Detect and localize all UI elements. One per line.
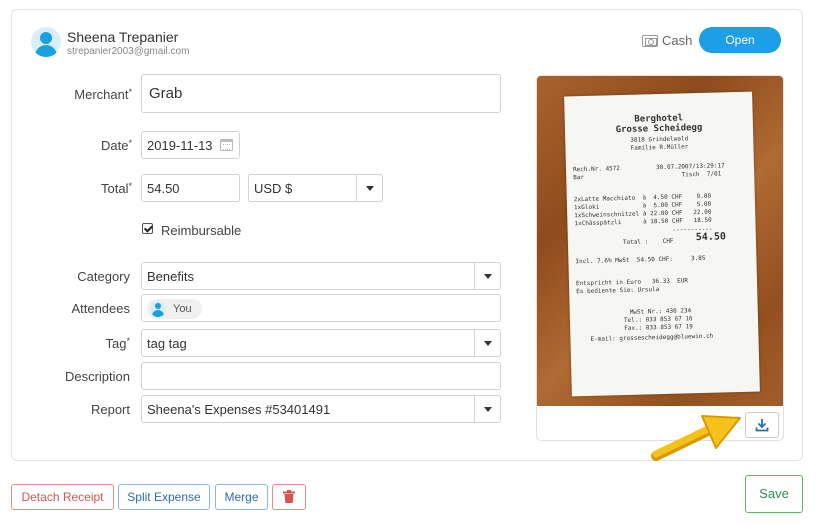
status-open-button[interactable]: Open [699, 27, 781, 53]
annotation-arrow-icon [651, 415, 741, 461]
description-label: Description [64, 369, 130, 384]
description-input[interactable] [141, 362, 501, 390]
attendees-label: Attendees [71, 301, 130, 316]
user-avatar [31, 27, 61, 57]
avatar [150, 301, 166, 317]
receipt-total: 54.50 [695, 231, 727, 244]
chevron-down-icon[interactable] [474, 330, 500, 356]
report-select[interactable]: Sheena's Expenses #53401491 [141, 395, 501, 423]
attendee-chip[interactable]: You [147, 299, 202, 319]
attendees-input[interactable]: You [141, 294, 501, 322]
receipt-paper: Berghotel Grosse Scheidegg 3818 Grindelw… [564, 91, 760, 397]
chevron-down-icon[interactable] [356, 175, 382, 201]
save-button[interactable]: Save [745, 475, 803, 513]
merchant-label: Merchant* [74, 87, 132, 102]
cash-icon [642, 35, 658, 47]
category-select[interactable]: Benefits [141, 262, 501, 290]
receipt-line: Fax.: 033 853 67 19 [624, 323, 693, 333]
chevron-down-icon[interactable] [474, 396, 500, 422]
detach-receipt-button[interactable]: Detach Receipt [11, 484, 114, 510]
total-label: Total* [101, 181, 132, 196]
expense-card: Sheena Trepanier strepanier2003@gmail.co… [11, 9, 803, 461]
reimbursable-label: Reimbursable [161, 223, 242, 238]
receipt-line: Incl. 7.6% MwSt 54.50 CHF: 3.85 [575, 254, 706, 266]
total-amount-input[interactable]: 54.50 [141, 174, 240, 202]
merchant-input[interactable]: Grab [141, 74, 501, 113]
receipt-line: E-mail: grossescheidegg@bluewin.ch [590, 332, 714, 343]
merge-button[interactable]: Merge [215, 484, 268, 510]
download-receipt-button[interactable] [745, 412, 779, 438]
user-email: strepanier2003@gmail.com [67, 46, 190, 57]
date-label: Date* [101, 138, 132, 153]
category-label: Category [77, 269, 130, 284]
receipt-line: Total : CHF [622, 237, 674, 247]
report-label: Report [90, 402, 130, 417]
tag-select[interactable]: tag tag [141, 329, 501, 357]
delete-button[interactable] [272, 484, 306, 510]
user-name: Sheena Trepanier [67, 29, 179, 45]
split-expense-button[interactable]: Split Expense [118, 484, 210, 510]
receipt-panel: Berghotel Grosse Scheidegg 3818 Grindelw… [536, 75, 784, 441]
currency-select[interactable]: USD $ [248, 174, 383, 202]
receipt-image[interactable]: Berghotel Grosse Scheidegg 3818 Grindelw… [537, 76, 783, 406]
payment-method-label: Cash [662, 33, 693, 48]
receipt-line: Es bediente Sie: Ursula [576, 286, 660, 296]
chevron-down-icon[interactable] [474, 263, 500, 289]
calendar-icon[interactable] [220, 139, 233, 151]
download-icon [755, 419, 769, 432]
tag-label: Tag* [105, 336, 130, 351]
date-input[interactable]: 2019-11-13 [141, 131, 240, 159]
trash-icon [283, 490, 295, 503]
reimbursable-checkbox[interactable] [142, 223, 153, 234]
